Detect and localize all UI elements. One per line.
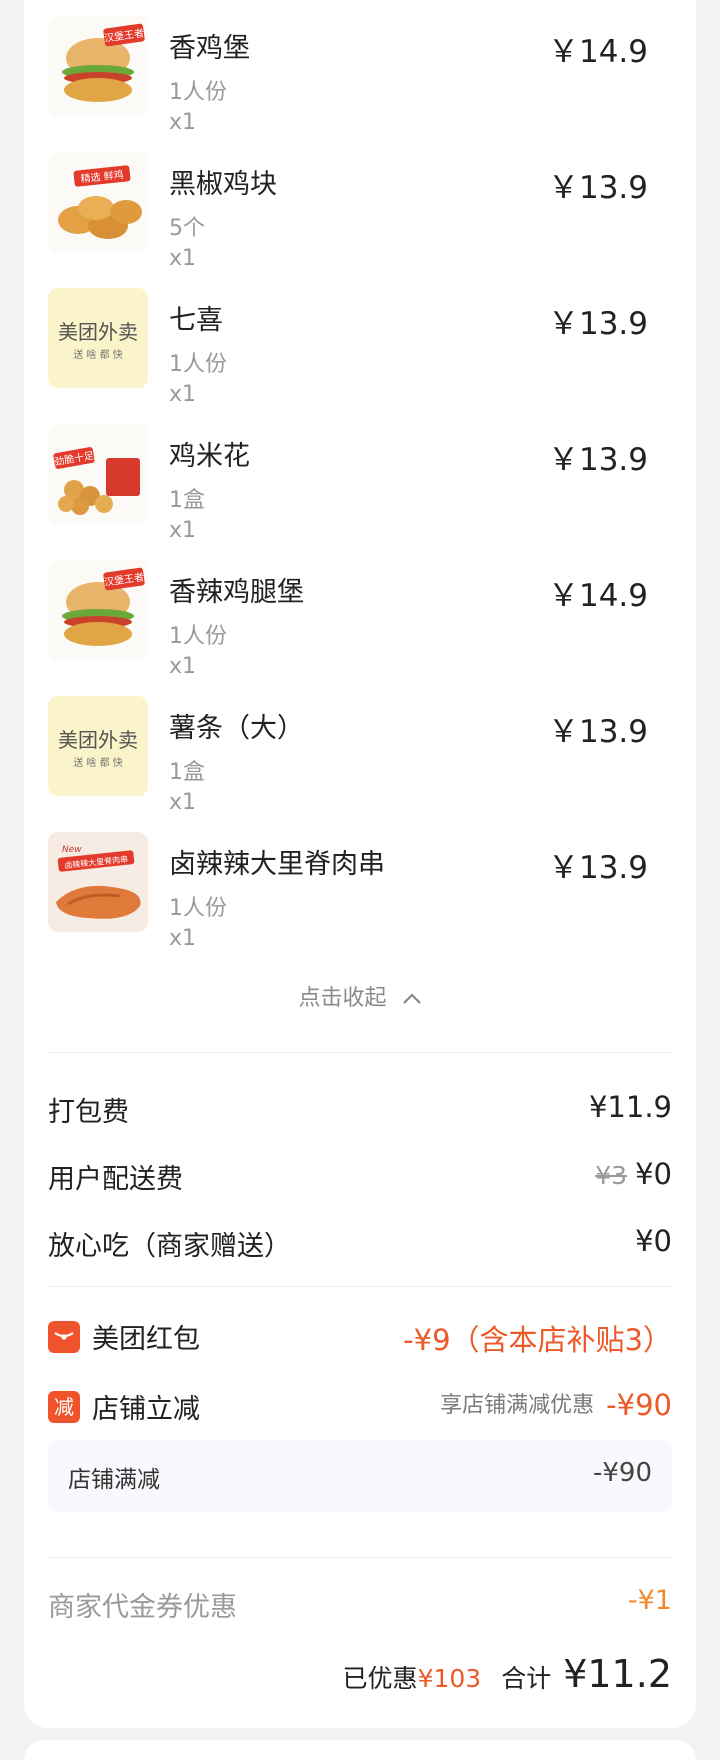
item-spec: 1人份	[169, 624, 227, 649]
item-spec: 1人份	[169, 896, 227, 921]
meituan-logo-slogan: 送 啥 都 快	[73, 350, 123, 361]
list-item: 汉堡王者 香鸡堡 1人份 x1 ￥14.9	[24, 16, 648, 136]
discount-badge-icon: 减	[48, 1391, 80, 1423]
list-item: 精选 鲜鸡 黑椒鸡块 5个 x1 ￥13.9	[24, 152, 648, 272]
next-card	[24, 1740, 696, 1760]
red-packet-value: -¥9（含本店补贴3）	[403, 1323, 672, 1357]
item-name: 七喜	[169, 305, 223, 336]
meituan-logo-image: 美团外卖 送 啥 都 快	[48, 696, 148, 796]
red-packet-row: 美团红包 -¥9（含本店补贴3）	[48, 1317, 672, 1361]
item-name: 卤辣辣大里脊肉串	[169, 849, 385, 880]
voucher-label: 商家代金券优惠	[48, 1592, 237, 1623]
popcorn-chicken-image: 劲脆十足	[48, 424, 148, 524]
item-price: ￥14.9	[547, 34, 648, 70]
shop-discount-value: -¥90	[606, 1388, 672, 1422]
collapse-label: 点击收起	[298, 986, 387, 1011]
delivery-fee-original: ¥3	[595, 1161, 628, 1190]
nuggets-image: 精选 鲜鸡	[48, 152, 148, 252]
shop-discount-label: 店铺立减	[92, 1394, 200, 1425]
burger-image: 汉堡王者	[48, 560, 148, 660]
order-summary: 已优惠¥103 合计 ¥11.2	[343, 1652, 672, 1696]
svg-text:New: New	[62, 845, 82, 855]
meituan-logo-title: 美团外卖	[58, 728, 138, 752]
voucher-value: -¥1	[627, 1585, 672, 1616]
shop-discount-detail-label: 店铺满减	[68, 1467, 160, 1493]
delivery-fee-label: 用户配送费	[48, 1164, 183, 1195]
item-spec: 5个	[169, 216, 205, 241]
saved-label: 已优惠	[342, 1664, 418, 1693]
red-packet-icon	[48, 1321, 80, 1353]
safe-eat-row: 放心吃（商家赠送） ¥0	[48, 1224, 672, 1268]
chevron-up-icon	[402, 987, 422, 1012]
delivery-fee-row: 用户配送费 ¥3 ¥0	[48, 1157, 672, 1201]
meituan-logo-title: 美团外卖	[58, 320, 138, 344]
item-spec: 1盒	[169, 760, 205, 785]
delivery-fee-value-group: ¥3 ¥0	[595, 1157, 672, 1191]
item-name: 香鸡堡	[169, 33, 250, 64]
item-qty: x1	[169, 926, 197, 951]
item-price: ￥13.9	[547, 714, 648, 750]
shop-discount-row: 减 店铺立减 享店铺满减优惠 -¥90	[48, 1387, 672, 1431]
total-value: ¥11.2	[563, 1652, 672, 1696]
shop-discount-value-group: 享店铺满减优惠 -¥90	[440, 1387, 672, 1422]
list-item: 汉堡王者 香辣鸡腿堡 1人份 x1 ￥14.9	[24, 560, 648, 680]
item-name: 香辣鸡腿堡	[169, 577, 304, 608]
saved-value: ¥103	[417, 1664, 482, 1693]
total-label: 合计	[501, 1664, 552, 1693]
divider	[48, 1286, 672, 1287]
item-spec: 1人份	[169, 80, 227, 105]
item-qty: x1	[169, 518, 197, 543]
burger-image: 汉堡王者	[48, 16, 148, 116]
divider	[48, 1557, 672, 1558]
red-packet-label: 美团红包	[92, 1324, 200, 1355]
collapse-toggle[interactable]: 点击收起	[0, 980, 720, 1012]
list-item: New 卤辣辣大里脊肉串 卤辣辣大里脊肉串 1人份 x1 ￥13.9	[24, 832, 648, 952]
shop-discount-hint: 享店铺满减优惠	[440, 1393, 595, 1418]
meituan-logo-slogan: 送 啥 都 快	[73, 758, 123, 769]
packing-fee-label: 打包费	[48, 1097, 129, 1128]
item-qty: x1	[169, 790, 197, 815]
item-price: ￥13.9	[547, 442, 648, 478]
skewer-image: New 卤辣辣大里脊肉串	[48, 832, 148, 932]
list-item: 美团外卖 送 啥 都 快 薯条（大） 1盒 x1 ￥13.9	[24, 696, 648, 816]
shop-discount-detail-value: -¥90	[592, 1458, 652, 1488]
item-name: 鸡米花	[169, 441, 250, 472]
item-price: ￥13.9	[547, 850, 648, 886]
safe-eat-value: ¥0	[635, 1224, 672, 1258]
item-price: ￥13.9	[547, 170, 648, 206]
item-qty: x1	[169, 110, 197, 135]
packing-fee-value: ¥11.9	[588, 1090, 672, 1124]
safe-eat-label: 放心吃（商家赠送）	[48, 1231, 291, 1262]
item-qty: x1	[169, 246, 197, 271]
item-qty: x1	[169, 654, 197, 679]
divider	[48, 1052, 672, 1053]
list-item: 劲脆十足 鸡米花 1盒 x1 ￥13.9	[24, 424, 648, 544]
item-name: 薯条（大）	[169, 713, 304, 744]
item-spec: 1盒	[169, 488, 205, 513]
item-price: ￥14.9	[547, 578, 648, 614]
list-item: 美团外卖 送 啥 都 快 七喜 1人份 x1 ￥13.9	[24, 288, 648, 408]
delivery-fee-value: ¥0	[635, 1157, 672, 1191]
item-qty: x1	[169, 382, 197, 407]
item-spec: 1人份	[169, 352, 227, 377]
meituan-logo-image: 美团外卖 送 啥 都 快	[48, 288, 148, 388]
packing-fee-row: 打包费 ¥11.9	[48, 1090, 672, 1134]
item-name: 黑椒鸡块	[169, 169, 277, 200]
item-price: ￥13.9	[547, 306, 648, 342]
shop-discount-detail: 店铺满减 -¥90	[48, 1440, 672, 1512]
